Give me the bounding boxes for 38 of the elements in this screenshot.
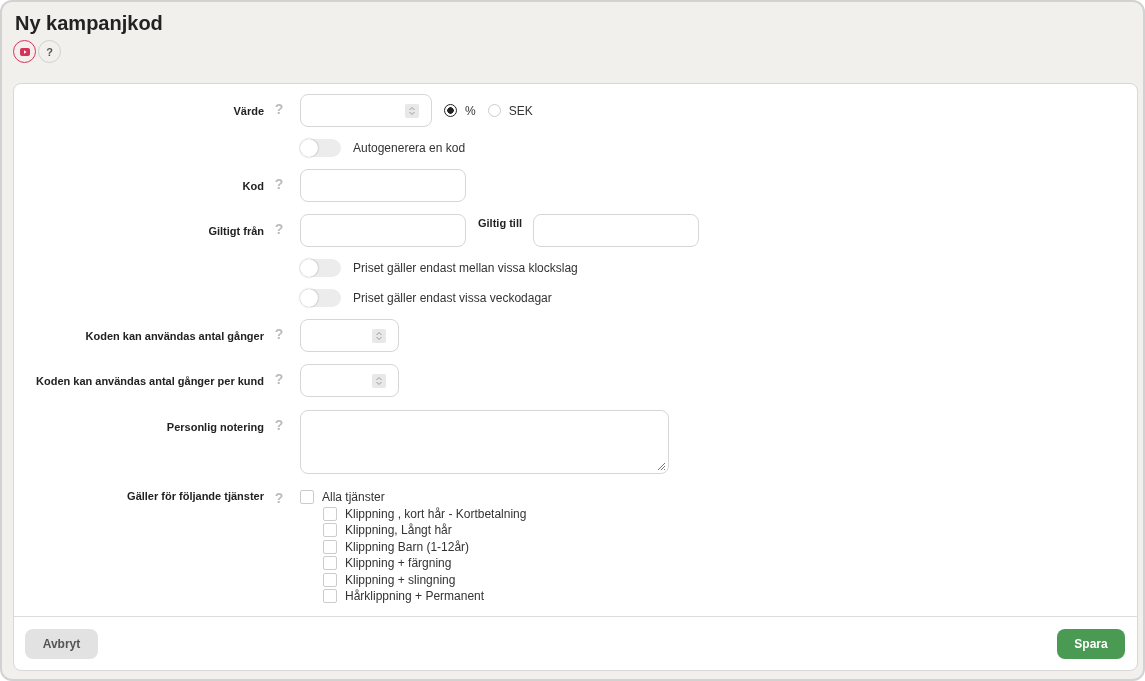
page-title: Ny kampanjkod	[15, 11, 164, 35]
toggle-label: Priset gäller endast mellan vissa klockslag	[353, 261, 578, 275]
spinner-icon[interactable]	[372, 374, 386, 388]
cancel-button[interactable]: Avbryt	[25, 628, 98, 659]
field-label: Personlig notering	[166, 421, 264, 433]
date-input[interactable]	[533, 214, 699, 247]
field-label: Giltigt från	[208, 225, 264, 237]
field-label: Kod	[242, 180, 264, 192]
help-button[interactable]: ?	[38, 40, 61, 63]
checkbox-option[interactable]: Klippning Barn (1-12år)	[323, 538, 527, 555]
checkbox-option[interactable]: Klippning + slingning	[323, 571, 527, 588]
toggle-switch[interactable]	[300, 289, 341, 307]
spinner-icon[interactable]	[372, 329, 386, 343]
field-label: Koden kan användas antal gånger per kund	[36, 375, 264, 387]
field-label: Gäller för följande tjänster	[127, 490, 264, 502]
number-input[interactable]	[300, 364, 399, 397]
field-label: Koden kan användas antal gånger	[85, 330, 264, 342]
save-button[interactable]: Spara	[1057, 628, 1125, 659]
checkbox-option[interactable]: Klippning , kort hår - Kortbetalning	[323, 505, 527, 522]
toggle-label: Priset gäller endast vissa veckodagar	[353, 291, 552, 305]
spinner-icon[interactable]	[405, 104, 419, 118]
toggle-label: Autogenerera en kod	[353, 141, 466, 155]
number-input[interactable]	[300, 94, 432, 127]
toggle-switch[interactable]	[300, 259, 341, 277]
date-input[interactable]	[300, 214, 466, 247]
code-input[interactable]	[300, 169, 466, 202]
radio-option[interactable]: %	[444, 103, 476, 118]
resize-grip-icon[interactable]	[657, 462, 666, 471]
radio-option[interactable]: SEK	[487, 103, 533, 118]
field-label: Värde	[233, 105, 264, 117]
checkbox-option[interactable]: Hårklippning + Permanent	[323, 588, 527, 605]
number-input[interactable]	[300, 319, 399, 352]
field-label: Giltig till	[478, 216, 522, 229]
checkbox-option[interactable]: Klippning, Långt hår	[323, 522, 527, 539]
checkbox-option[interactable]: Klippning + färgning	[323, 555, 527, 572]
checkbox-option[interactable]: Alla tjänster	[300, 489, 527, 506]
toggle-switch[interactable]	[300, 139, 341, 157]
video-icon[interactable]	[13, 40, 36, 63]
